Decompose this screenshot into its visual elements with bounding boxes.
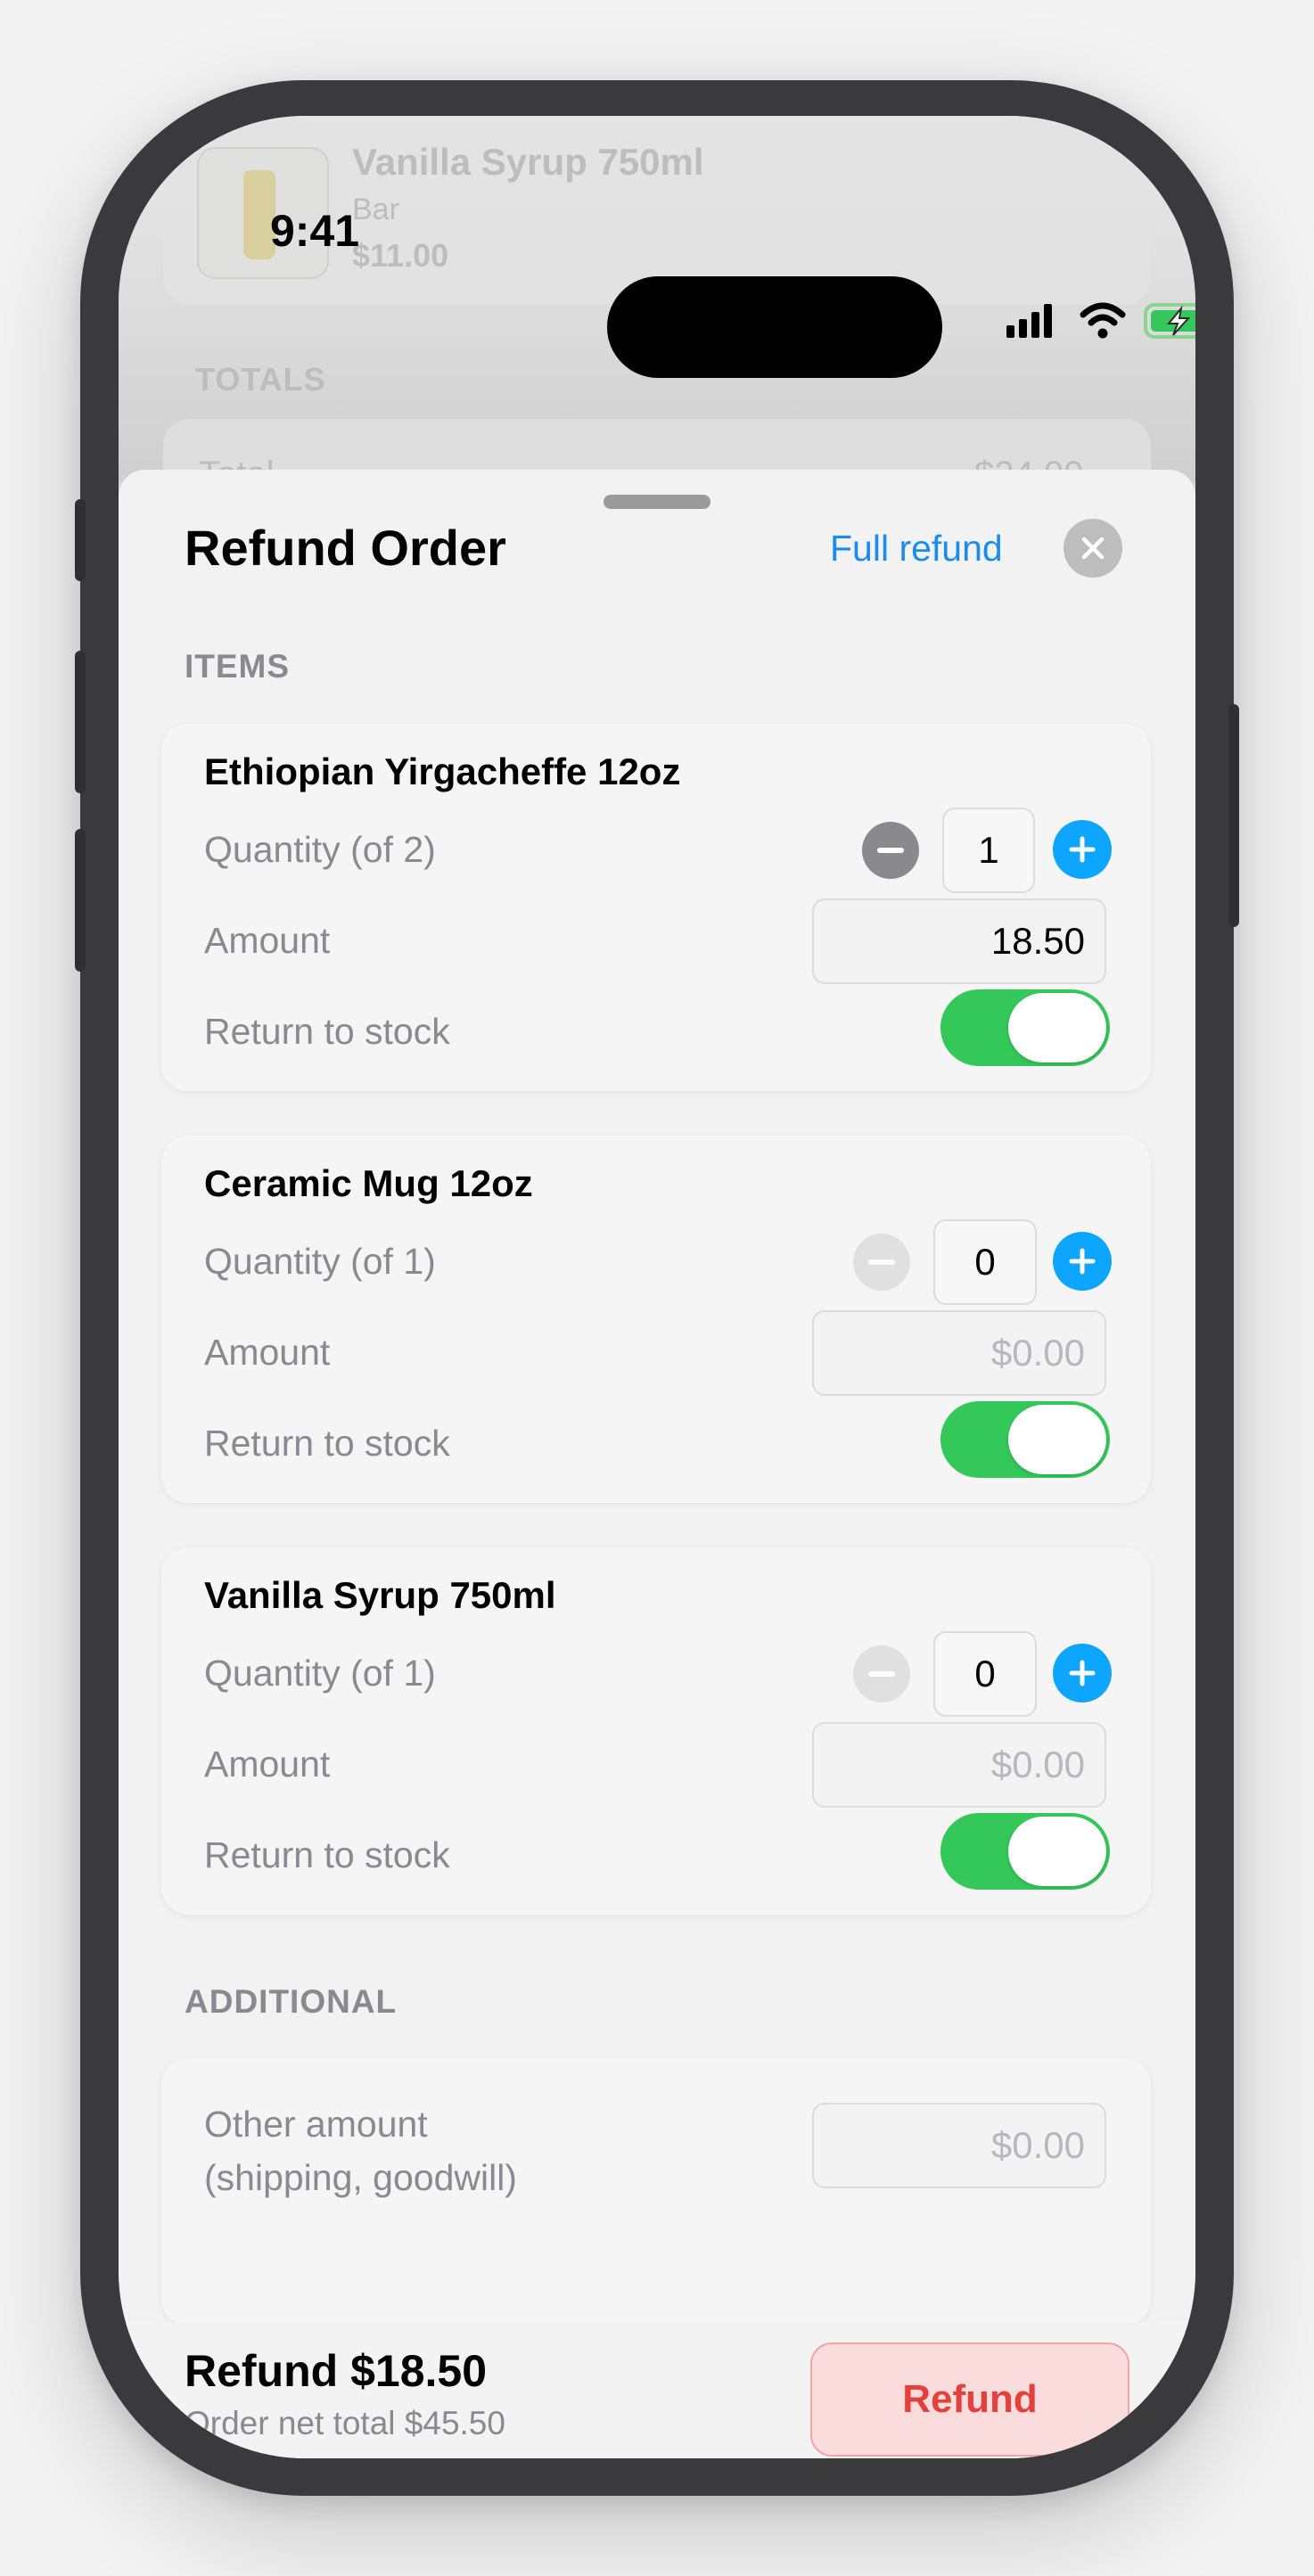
amount-field[interactable]: 18.50 (812, 898, 1106, 984)
signal-icon (1006, 304, 1052, 338)
other-amount-field[interactable]: $0.00 (812, 2103, 1106, 2188)
decrement-button[interactable] (853, 1234, 910, 1291)
increment-button[interactable] (1053, 820, 1112, 879)
screen: Vanilla Syrup 750ml Bar $11.00 TOTALS To… (119, 116, 1195, 2458)
return-to-stock-label: Return to stock (204, 1834, 450, 1875)
item-name: Ethiopian Yirgacheffe 12oz (204, 751, 681, 792)
refund-item-card: Vanilla Syrup 750ml Quantity (of 1) 0 Am… (161, 1547, 1151, 1915)
return-to-stock-toggle[interactable] (940, 1401, 1110, 1478)
plus-icon (1069, 1660, 1096, 1686)
side-button-power (1228, 704, 1239, 927)
decrement-button[interactable] (862, 822, 919, 879)
quantity-label: Quantity (of 1) (204, 1241, 436, 1282)
items-section-label: ITEMS (185, 648, 291, 685)
refund-button[interactable]: Refund (810, 2342, 1129, 2457)
order-net-total: Order net total $45.50 (185, 2405, 505, 2441)
other-amount-label: Other amount (shipping, goodwill) (204, 2097, 517, 2204)
item-name: Ceramic Mug 12oz (204, 1162, 533, 1204)
amount-field[interactable]: $0.00 (812, 1722, 1106, 1808)
amount-label: Amount (204, 1743, 331, 1784)
refund-item-card: Ethiopian Yirgacheffe 12oz Quantity (of … (161, 724, 1151, 1091)
amount-field[interactable]: $0.00 (812, 1310, 1106, 1396)
quantity-field[interactable]: 0 (933, 1219, 1037, 1305)
close-icon (1081, 537, 1105, 560)
minus-icon (868, 1671, 895, 1677)
return-to-stock-toggle[interactable] (940, 1813, 1110, 1890)
return-to-stock-label: Return to stock (204, 1011, 450, 1052)
decrement-button[interactable] (853, 1645, 910, 1702)
other-amount-label-line1: Other amount (204, 2104, 428, 2145)
additional-card: Other amount (shipping, goodwill) $0.00 (161, 2058, 1151, 2326)
increment-button[interactable] (1053, 1644, 1112, 1702)
quantity-field[interactable]: 1 (942, 808, 1035, 893)
refund-footer: Refund $18.50 Order net total $45.50 Ref… (119, 2323, 1195, 2458)
return-to-stock-toggle[interactable] (940, 989, 1110, 1066)
increment-button[interactable] (1053, 1232, 1112, 1291)
quantity-label: Quantity (of 1) (204, 1653, 436, 1694)
toggle-knob (1008, 993, 1106, 1062)
quantity-label: Quantity (of 2) (204, 829, 436, 870)
wifi-icon (1080, 302, 1126, 339)
background-totals-label: TOTALS (195, 361, 326, 398)
plus-icon (1069, 1248, 1096, 1275)
plus-icon (1069, 836, 1096, 863)
refund-total: Refund $18.50 (185, 2346, 488, 2396)
amount-label: Amount (204, 920, 331, 961)
sheet-grabber[interactable] (604, 495, 710, 509)
toggle-knob (1008, 1405, 1106, 1474)
amount-label: Amount (204, 1332, 331, 1373)
side-button-volume-up (75, 651, 86, 793)
side-button-volume-down (75, 829, 86, 972)
status-time: 9:41 (270, 206, 360, 256)
battery-icon (1144, 303, 1195, 339)
quantity-field[interactable]: 0 (933, 1631, 1037, 1717)
minus-icon (877, 848, 904, 853)
other-amount-label-line2: (shipping, goodwill) (204, 2157, 517, 2198)
toggle-knob (1008, 1817, 1106, 1886)
status-indicators (1006, 302, 1126, 339)
minus-icon (868, 1259, 895, 1265)
close-button[interactable] (1064, 519, 1122, 578)
full-refund-button[interactable]: Full refund (830, 528, 1003, 570)
item-name: Vanilla Syrup 750ml (204, 1574, 556, 1616)
additional-section-label: ADDITIONAL (185, 1983, 398, 2020)
sheet-title: Refund Order (185, 520, 506, 576)
refund-sheet: Refund Order Full refund ITEMS Ethiopian… (119, 470, 1195, 2458)
return-to-stock-label: Return to stock (204, 1423, 450, 1464)
side-button-mute (75, 499, 86, 581)
background-item-name: Vanilla Syrup 750ml (352, 141, 704, 183)
dynamic-island (607, 276, 942, 378)
refund-item-card: Ceramic Mug 12oz Quantity (of 1) 0 Amoun… (161, 1136, 1151, 1503)
